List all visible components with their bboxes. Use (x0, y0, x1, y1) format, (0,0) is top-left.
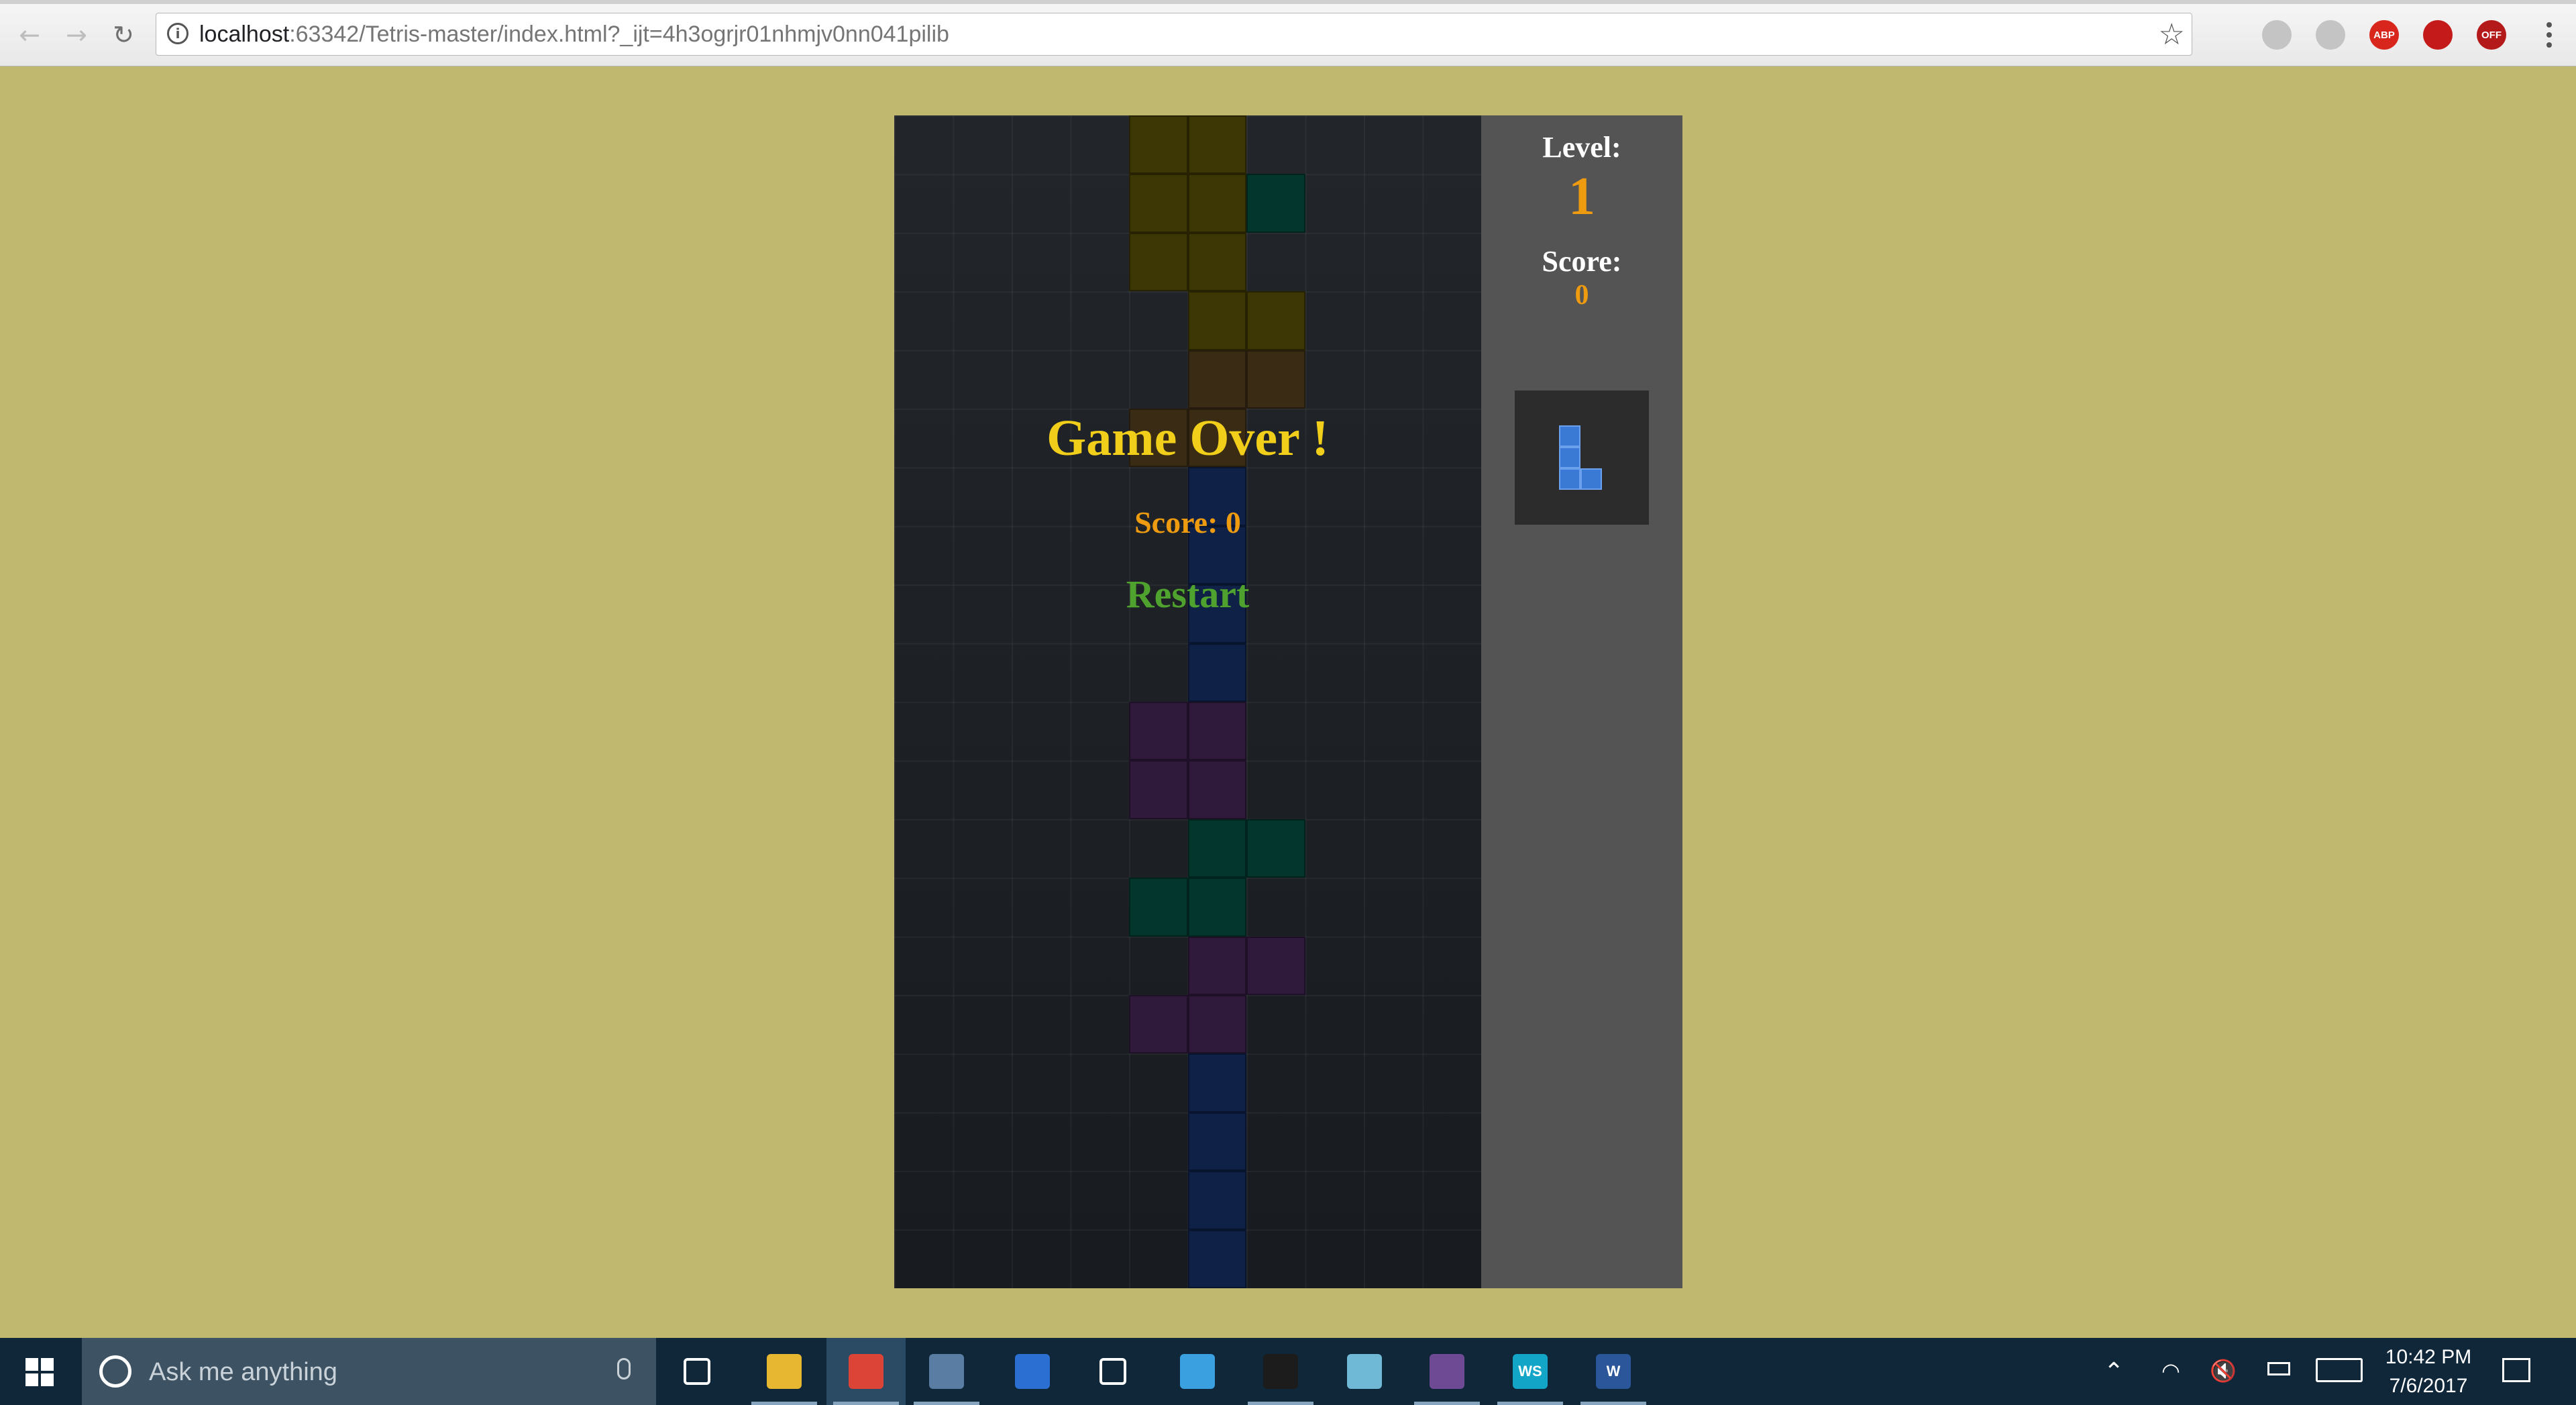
url-path: :63342/Tetris-master/index.html?_ijt=4h3… (289, 21, 949, 47)
open-indicator (1497, 1402, 1563, 1405)
defender-icon (1015, 1354, 1050, 1389)
volume-muted-icon[interactable]: 🔇 (2210, 1358, 2237, 1384)
taskbar-button-webstorm[interactable]: WS (1491, 1338, 1570, 1405)
file-explorer-icon (767, 1354, 802, 1389)
notes-icon (1347, 1354, 1382, 1389)
chrome-icon (849, 1354, 883, 1389)
next-piece-block (1559, 468, 1580, 490)
github-icon (1430, 1354, 1464, 1389)
open-indicator (914, 1402, 979, 1405)
url-text[interactable]: localhost:63342/Tetris-master/index.html… (199, 21, 949, 48)
reload-button[interactable]: ↻ (105, 16, 142, 54)
action-center-icon[interactable] (2502, 1358, 2530, 1382)
side-panel: Level: 1 Score: 0 (1481, 115, 1682, 1288)
task-view-icon (684, 1358, 710, 1385)
wifi-icon[interactable]: ◠ (2161, 1358, 2180, 1384)
taskbar-button-file-explorer[interactable] (745, 1338, 824, 1405)
final-score: Score: 0 (1134, 505, 1241, 539)
chevron-up-icon[interactable]: ⌃ (2104, 1358, 2124, 1386)
open-indicator (751, 1402, 817, 1405)
open-indicator (1414, 1402, 1480, 1405)
restart-button[interactable]: Restart (894, 572, 1481, 617)
battery-icon[interactable] (2267, 1362, 2290, 1375)
keyboard-icon[interactable] (2316, 1358, 2363, 1382)
next-piece-preview (1515, 391, 1649, 525)
taskbar-button-word[interactable]: W (1574, 1338, 1653, 1405)
arrow-left-icon: ← (19, 20, 40, 50)
off-extension-icon[interactable]: OFF (2477, 20, 2506, 50)
taskbar-button-terminal[interactable] (1241, 1338, 1320, 1405)
open-indicator (1580, 1402, 1646, 1405)
photos-icon (1180, 1354, 1215, 1389)
taskbar-button-task-view[interactable] (657, 1338, 737, 1405)
search-placeholder: Ask me anything (149, 1358, 337, 1386)
arrow-right-icon: → (66, 20, 87, 50)
forward-button[interactable]: → (58, 16, 95, 54)
score-value: 0 (1574, 280, 1589, 311)
terminal-icon (1263, 1354, 1298, 1389)
taskbar-button-github[interactable] (1407, 1338, 1487, 1405)
browser-menu-icon[interactable] (2536, 16, 2563, 54)
next-piece-block (1559, 425, 1580, 447)
pdf-icon[interactable] (2316, 20, 2345, 50)
tab-strip[interactable] (0, 0, 2576, 4)
taskbar-button-photos[interactable] (1158, 1338, 1237, 1405)
taskbar-button-virtualbox[interactable] (907, 1338, 986, 1405)
webstorm-icon: WS (1513, 1354, 1548, 1389)
clock-time[interactable]: 10:42 PM (2375, 1346, 2482, 1369)
address-bar[interactable]: i localhost:63342/Tetris-master/index.ht… (156, 13, 2192, 56)
game-over-title: Game Over ! (1046, 410, 1329, 466)
score-label: Score: (1542, 245, 1622, 278)
ublock-icon[interactable] (2423, 20, 2453, 50)
url-host: localhost (199, 21, 290, 47)
taskbar-button-chrome[interactable] (826, 1338, 906, 1405)
taskbar-button-settings[interactable] (1073, 1338, 1152, 1405)
info-icon[interactable]: i (167, 23, 189, 44)
windows-start-icon[interactable] (25, 1358, 54, 1386)
level-value: 1 (1568, 167, 1595, 226)
adblock-icon[interactable]: ABP (2369, 20, 2399, 50)
cortana-icon (99, 1355, 131, 1388)
browser-toolbar: ← → ↻ i localhost:63342/Tetris-master/in… (0, 0, 2576, 66)
open-indicator (1248, 1402, 1313, 1405)
virtualbox-icon (929, 1354, 964, 1389)
taskbar-button-notes[interactable] (1325, 1338, 1404, 1405)
game-board[interactable]: Game Over ! Score: 0 Restart (894, 115, 1481, 1288)
next-piece-block (1559, 447, 1580, 468)
settings-icon (1099, 1358, 1126, 1385)
next-piece-block (1580, 468, 1602, 490)
reload-icon: ↻ (113, 20, 134, 50)
open-indicator (833, 1402, 899, 1405)
taskbar-button-defender[interactable] (993, 1338, 1072, 1405)
word-icon: W (1596, 1354, 1631, 1389)
bookmark-star-icon[interactable]: ☆ (2159, 17, 2185, 52)
level-label: Level: (1542, 131, 1621, 164)
clock-date[interactable]: 7/6/2017 (2375, 1375, 2482, 1398)
taskbar: Ask me anything WS W ⌃ ◠ 🔇 10:42 PM 7/6/2… (0, 1338, 2576, 1405)
drive-icon[interactable] (2262, 20, 2292, 50)
cortana-search-box[interactable]: Ask me anything (82, 1338, 656, 1405)
back-button[interactable]: ← (11, 16, 48, 54)
microphone-icon[interactable] (617, 1358, 631, 1380)
game-over-overlay: Game Over ! Score: 0 Restart (894, 115, 1481, 1288)
